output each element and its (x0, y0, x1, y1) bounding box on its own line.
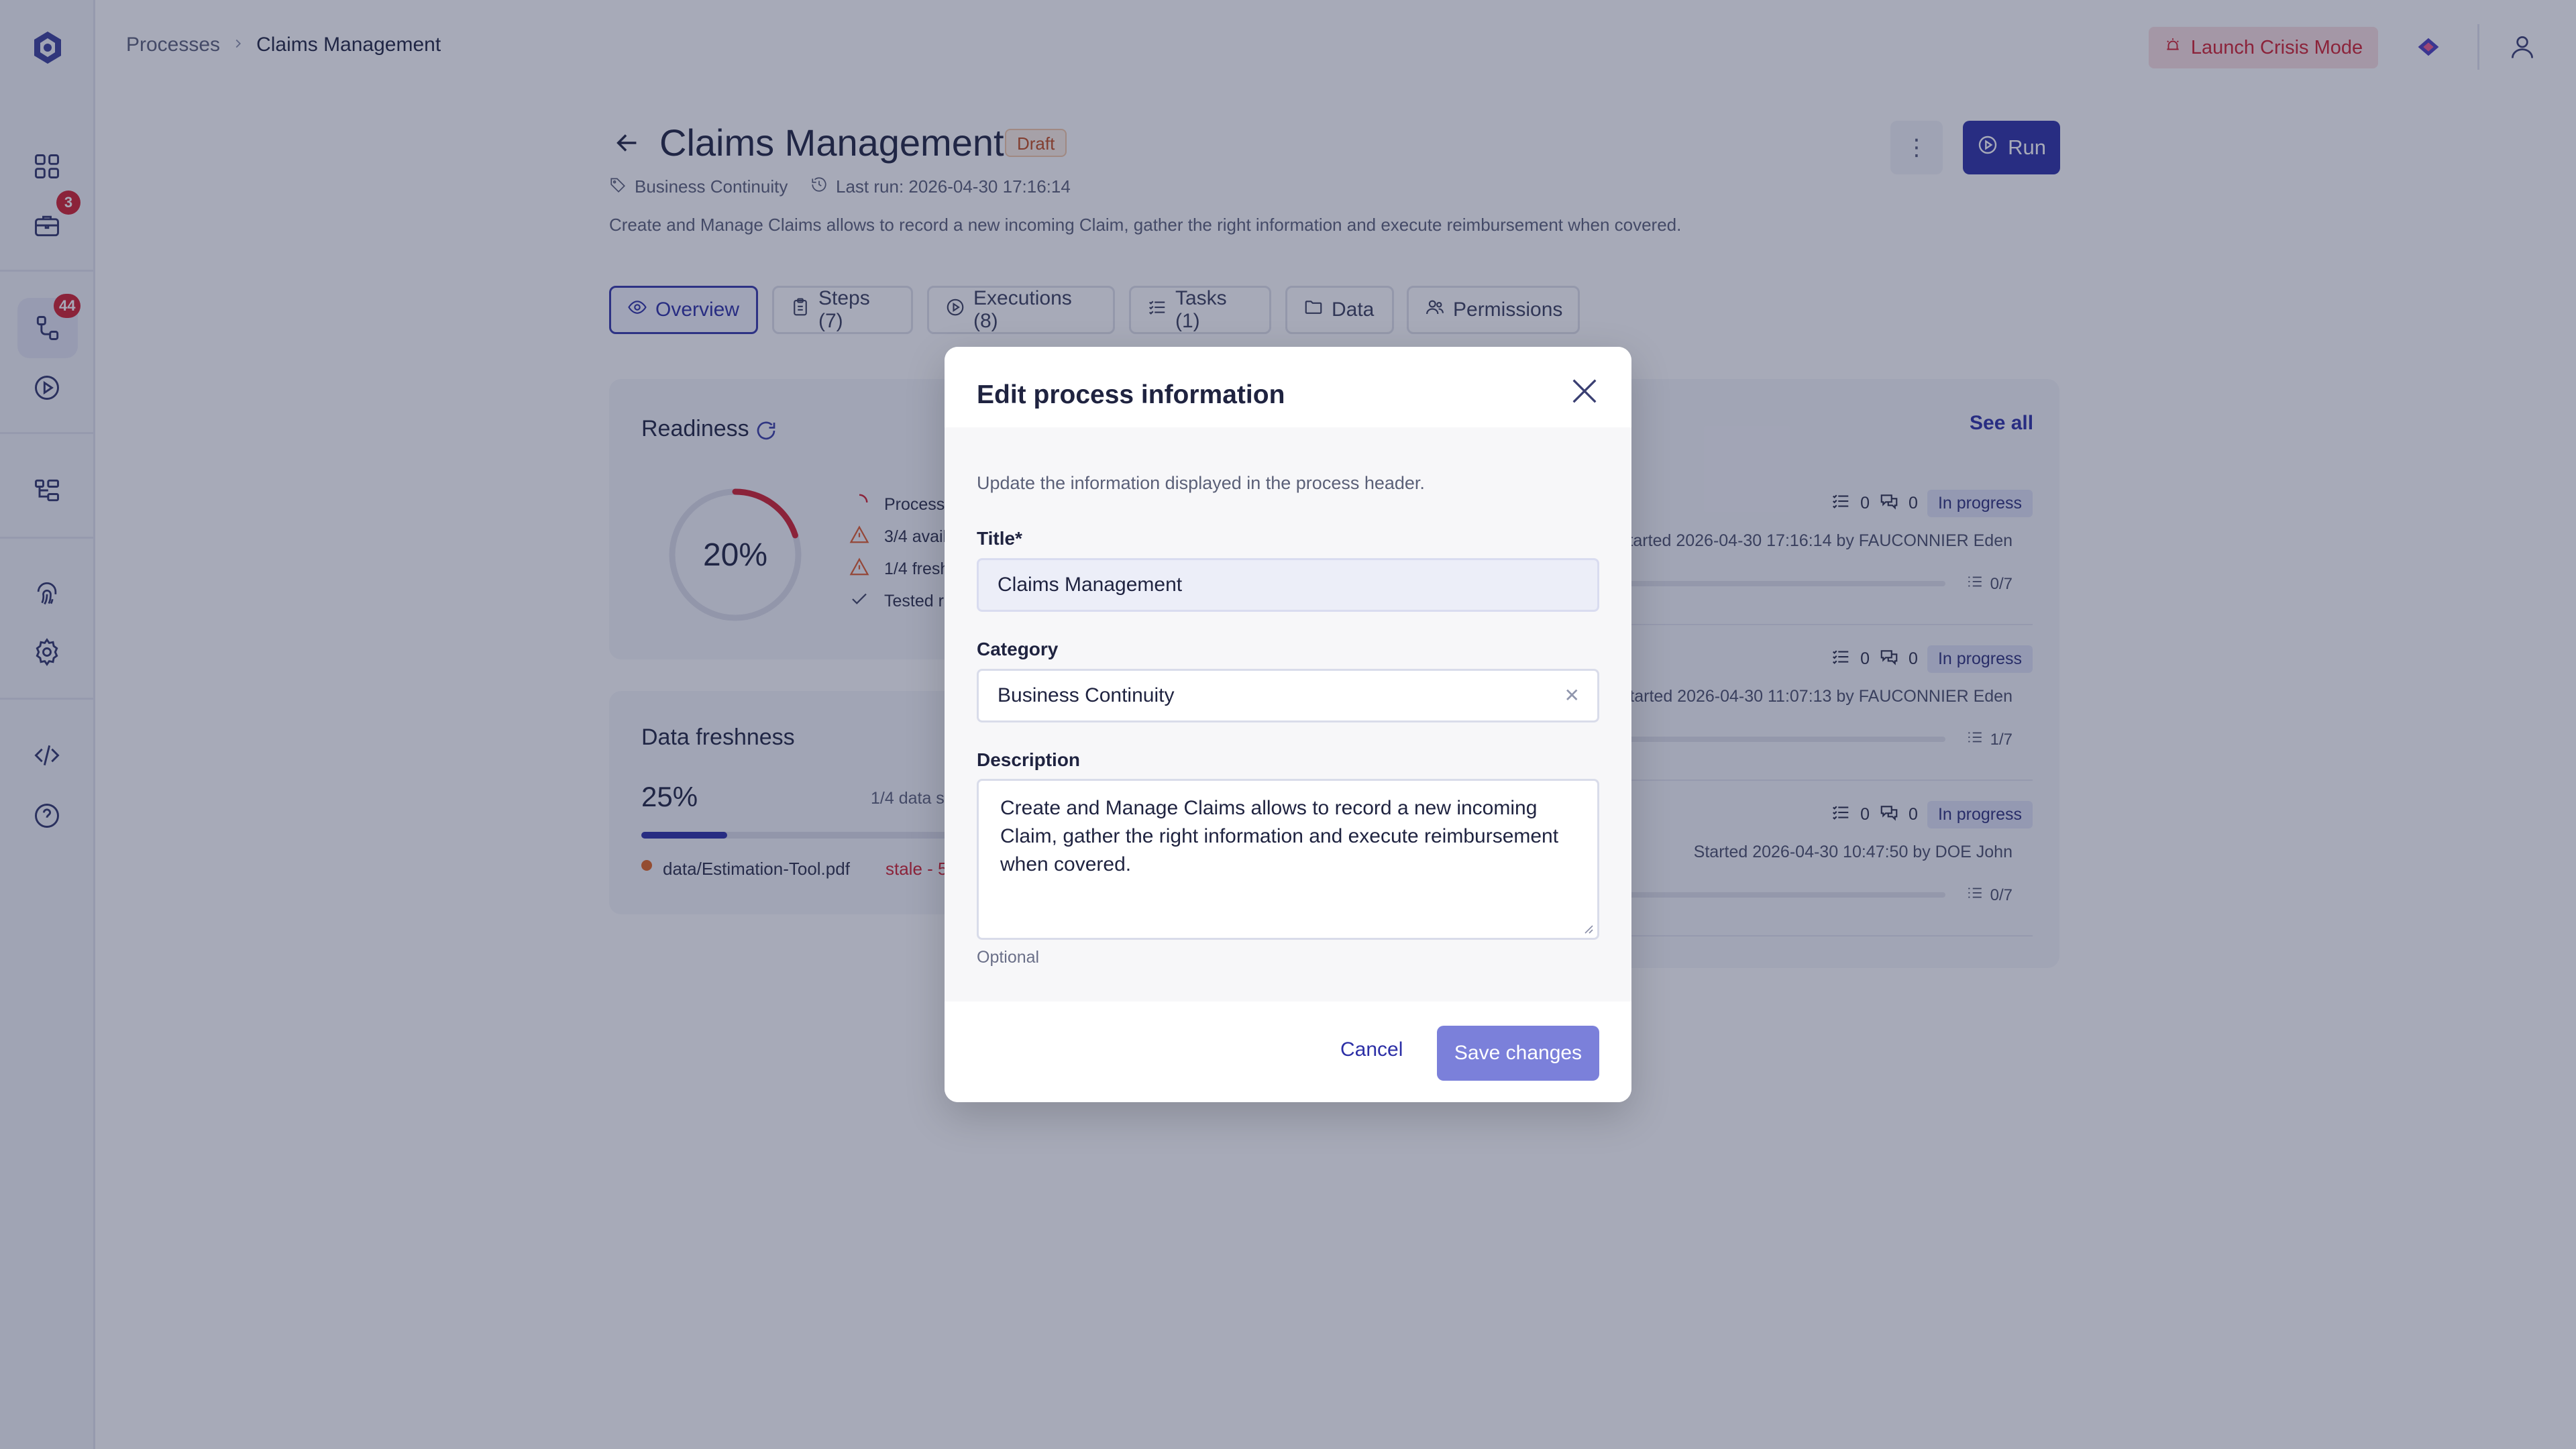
modal-title: Edit process information (977, 380, 1285, 409)
description-hint: Optional (977, 948, 1040, 967)
edit-process-modal: Edit process information Update the info… (945, 347, 1631, 1102)
resize-handle-icon[interactable] (1581, 922, 1593, 934)
category-value: Business Continuity (998, 684, 1175, 706)
modal-subtitle: Update the information displayed in the … (977, 473, 1425, 493)
description-label: Description (977, 749, 1081, 770)
category-select[interactable]: Business Continuity ✕ (977, 669, 1599, 722)
description-value: Create and Manage Claims allows to recor… (1000, 797, 1559, 875)
save-changes-button[interactable]: Save changes (1437, 1026, 1599, 1081)
category-label: Category (977, 639, 1059, 659)
title-input[interactable]: Claims Management (977, 558, 1599, 612)
clear-icon[interactable]: ✕ (1564, 671, 1580, 720)
title-label: Title* (977, 528, 1022, 549)
description-textarea[interactable]: Create and Manage Claims allows to recor… (977, 779, 1599, 940)
close-icon[interactable] (1566, 372, 1603, 410)
cancel-button[interactable]: Cancel (1340, 1038, 1403, 1061)
